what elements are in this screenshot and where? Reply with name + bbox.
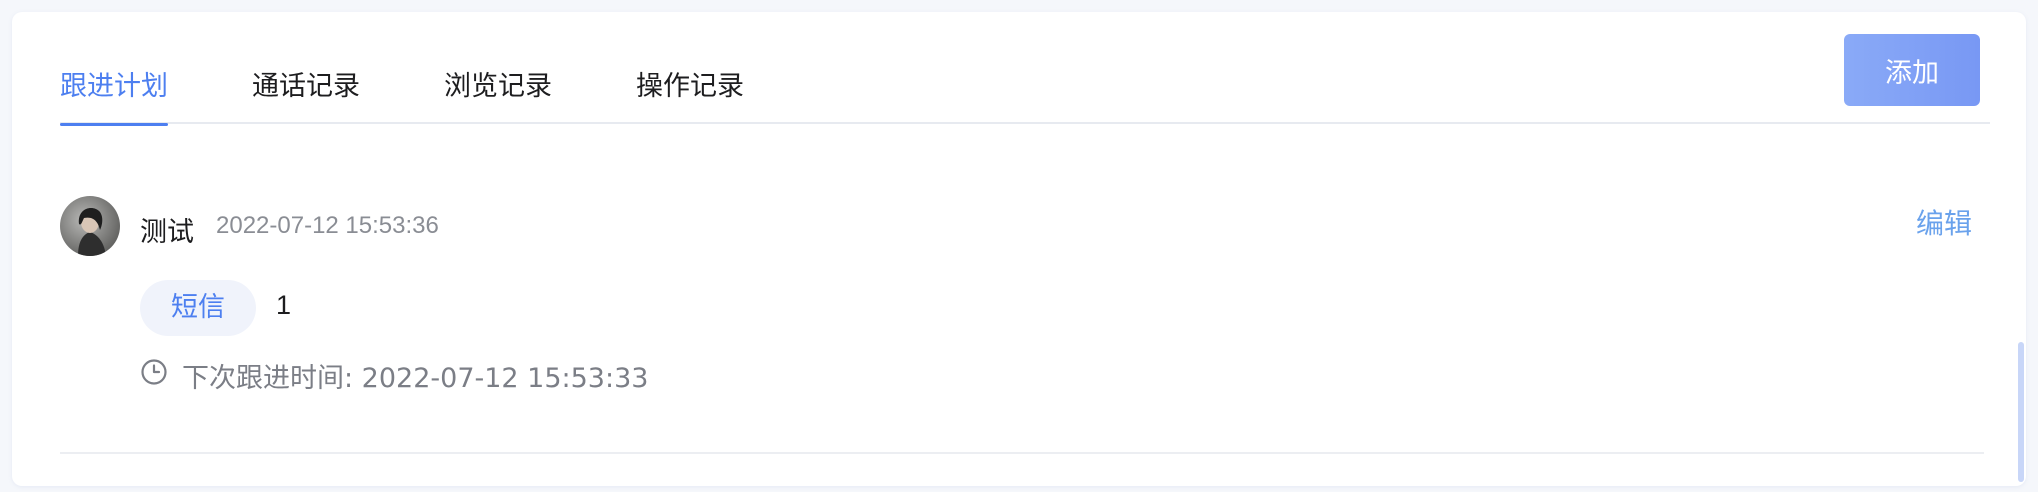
record-author: 测试 [140, 217, 194, 248]
tab-browse-records[interactable]: 浏览记录 [444, 64, 552, 124]
edit-button[interactable]: 编辑 [1916, 202, 1972, 242]
scrollbar-thumb[interactable] [2018, 342, 2024, 482]
follow-up-panel: 跟进计划 通话记录 浏览记录 操作记录 添加 测试 2022-07-12 15:… [12, 12, 2026, 486]
add-button[interactable]: 添加 [1844, 34, 1980, 106]
next-followup-time: 下次跟进时间: 2022-07-12 15:53:33 [182, 363, 649, 394]
tab-call-records[interactable]: 通话记录 [252, 64, 360, 124]
record-timestamp: 2022-07-12 15:53:36 [216, 212, 439, 239]
record-divider [60, 452, 1984, 454]
user-avatar-photo [60, 196, 120, 256]
tab-bar: 跟进计划 通话记录 浏览记录 操作记录 [60, 12, 1990, 126]
record-type-badge: 短信 [140, 280, 256, 336]
record-content: 1 [276, 290, 292, 320]
tab-operation-records[interactable]: 操作记录 [636, 64, 744, 124]
tab-follow-up-plan[interactable]: 跟进计划 [60, 64, 168, 126]
avatar [60, 196, 120, 256]
clock-icon [141, 359, 167, 385]
